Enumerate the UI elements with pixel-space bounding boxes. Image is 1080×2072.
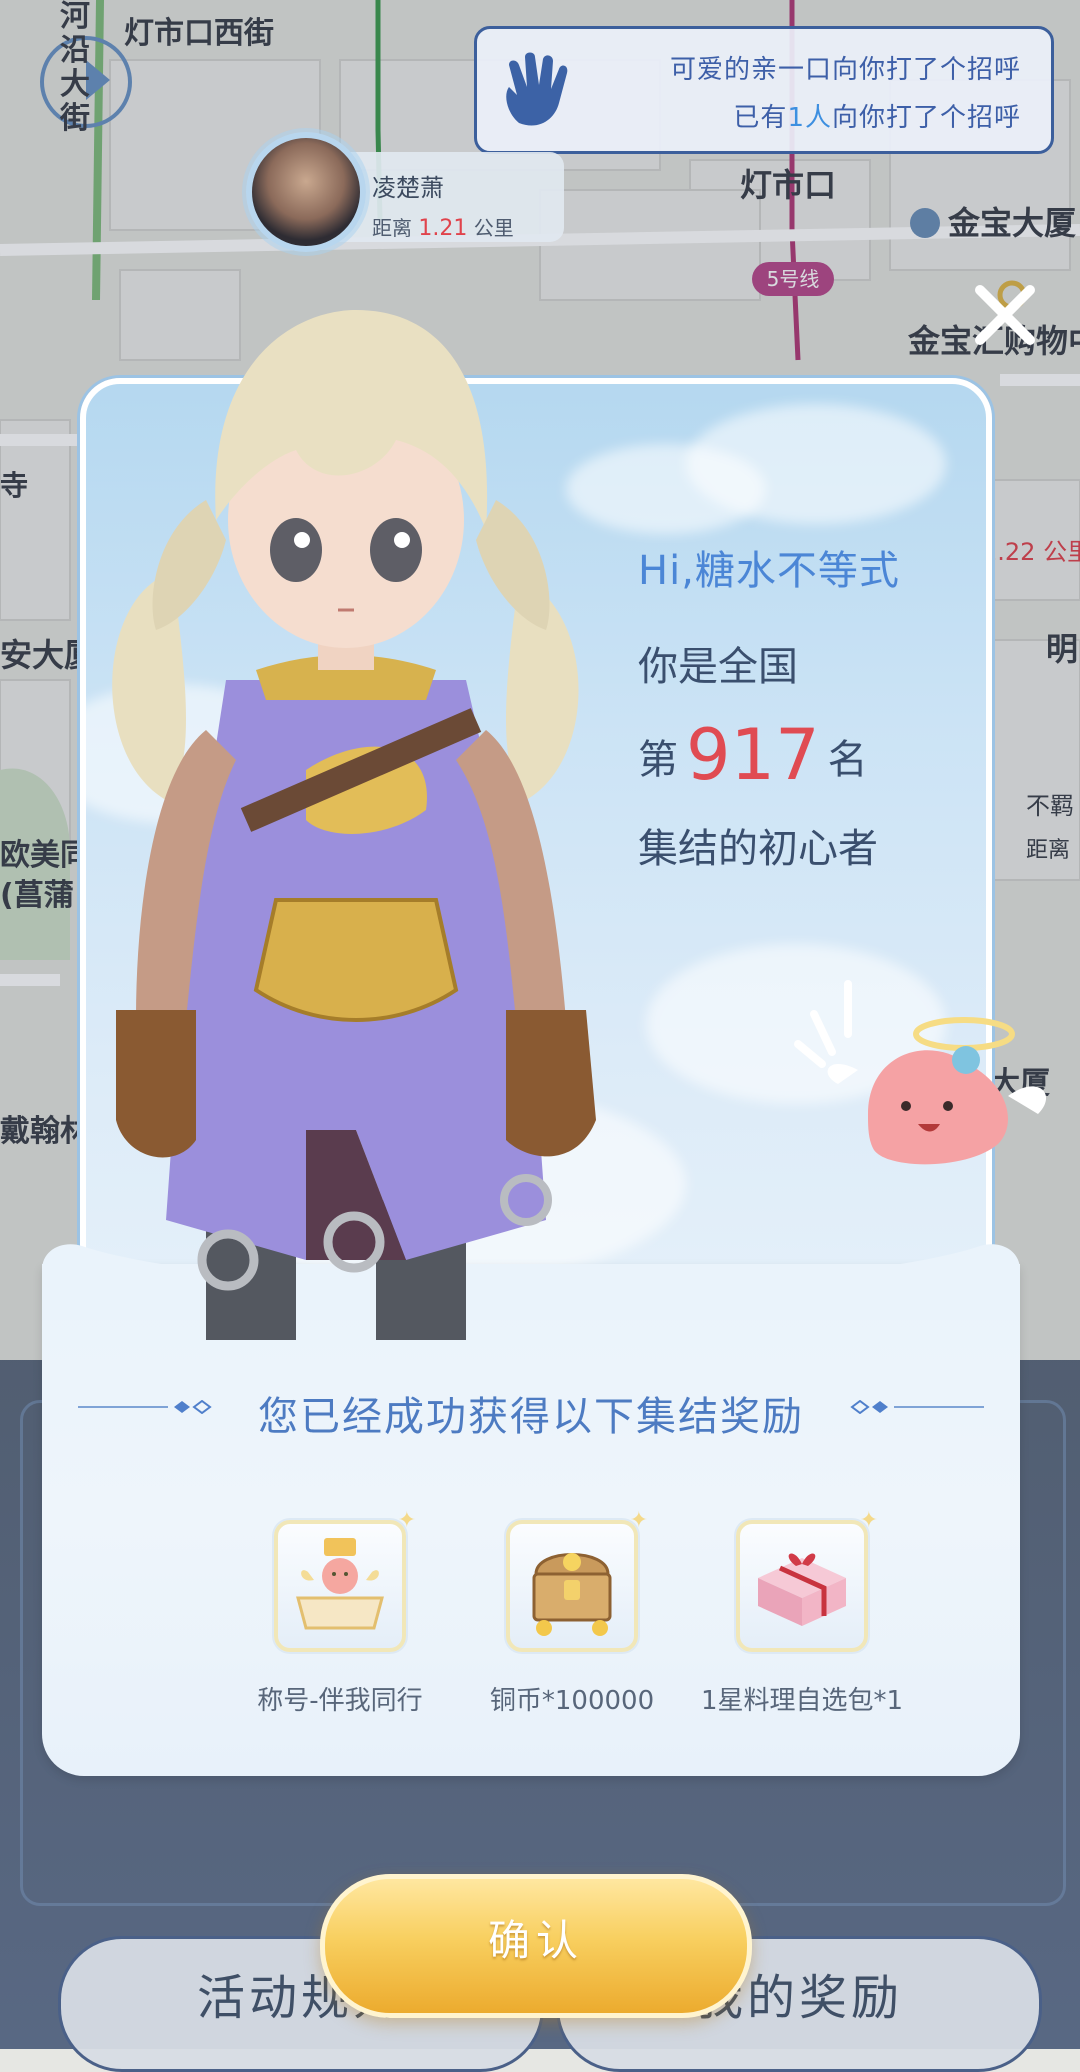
title-badge-icon	[296, 1538, 384, 1630]
reward-icon-frame: ✦	[274, 1508, 416, 1652]
avatar	[246, 132, 366, 252]
gift-box-icon	[758, 1553, 846, 1626]
treasure-chest-icon	[532, 1553, 612, 1636]
nearby-user-distance: 距离 1.21 公里	[372, 216, 514, 241]
confirm-button[interactable]: 确认	[320, 1874, 752, 2018]
reward-label: 1星料理自选包*1	[700, 1686, 904, 1716]
title-right-ornament	[850, 1400, 984, 1414]
reward-item-cooking-pack[interactable]: ✦ 1星料理自选包*1	[692, 1508, 912, 1717]
nation-text: 你是全国	[638, 644, 798, 690]
nearby-user-marker[interactable]: 凌楚萧 距离 1.21 公里	[246, 128, 568, 252]
pioneer-text: 集结的初心者	[638, 826, 878, 872]
sparkle-icon: ✦	[397, 1508, 416, 1533]
rank-suffix: 名	[827, 737, 868, 783]
reward-panel: 您已经成功获得以下集结奖励 ✦ 称号-伴我同行 ✦ 铜币*100000 ✦ 1星…	[42, 1244, 1020, 1776]
reward-item-coins[interactable]: ✦ 铜币*100000	[462, 1508, 682, 1717]
nearby-user-name: 凌楚萧	[372, 174, 444, 202]
sparkle-icon: ✦	[859, 1508, 878, 1533]
rank-prefix: 第	[638, 737, 678, 783]
reward-icon-frame: ✦	[506, 1508, 648, 1652]
wave-hand-icon	[506, 52, 568, 126]
player-character	[112, 310, 596, 1340]
sparkle-icon: ✦	[629, 1508, 648, 1533]
reward-icon-frame: ✦	[736, 1508, 878, 1652]
rank-number: 917	[686, 714, 820, 796]
greeting-line-2: 已有1人向你打了个招呼	[733, 103, 1021, 133]
player-greeting: Hi,糖水不等式	[638, 548, 900, 594]
reward-item-title[interactable]: ✦ 称号-伴我同行	[230, 1508, 450, 1717]
rank-text: 第 917 名	[638, 714, 868, 796]
reward-label: 铜币*100000	[489, 1686, 655, 1716]
close-icon[interactable]	[970, 280, 1040, 350]
greeting-line-1: 可爱的亲一口向你打了个招呼	[669, 55, 1021, 85]
reward-label: 称号-伴我同行	[257, 1686, 423, 1716]
poring-mascot-icon	[794, 980, 1047, 1165]
